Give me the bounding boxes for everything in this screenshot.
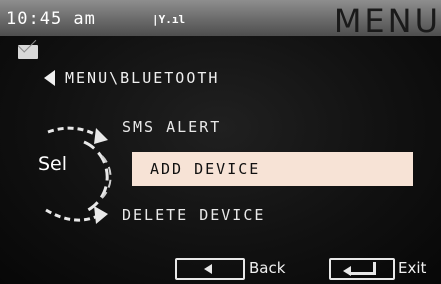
menu-item-label: ADD DEVICE [150,160,261,178]
signal-icon: |Y.ıl [152,13,186,26]
clock: 10:45 am [6,9,96,29]
exit-label: Exit [398,259,427,277]
back-button[interactable] [175,258,245,280]
breadcrumb-back-icon[interactable] [44,70,55,86]
breadcrumb-label: MENU\BLUETOOTH [65,69,220,87]
selector-dial-icon[interactable] [36,120,126,230]
menu-item-delete-device[interactable]: DELETE DEVICE [122,206,265,224]
enter-icon [343,262,376,276]
menu-item-add-device[interactable]: ADD DEVICE [132,152,413,186]
selector-label: Sel [38,153,68,175]
menu-item-sms-alert[interactable]: SMS ALERT [122,118,221,136]
phone-screen: 10:45 am |Y.ıl MENU MENU\BLUETOOTH Sel S… [0,0,441,284]
back-label: Back [249,259,286,277]
back-arrow-icon [204,264,212,274]
status-bar: 10:45 am |Y.ıl MENU [0,0,441,40]
breadcrumb: MENU\BLUETOOTH [44,69,219,87]
exit-button[interactable] [329,258,395,280]
mail-icon [18,45,38,59]
page-title: MENU [333,2,441,40]
